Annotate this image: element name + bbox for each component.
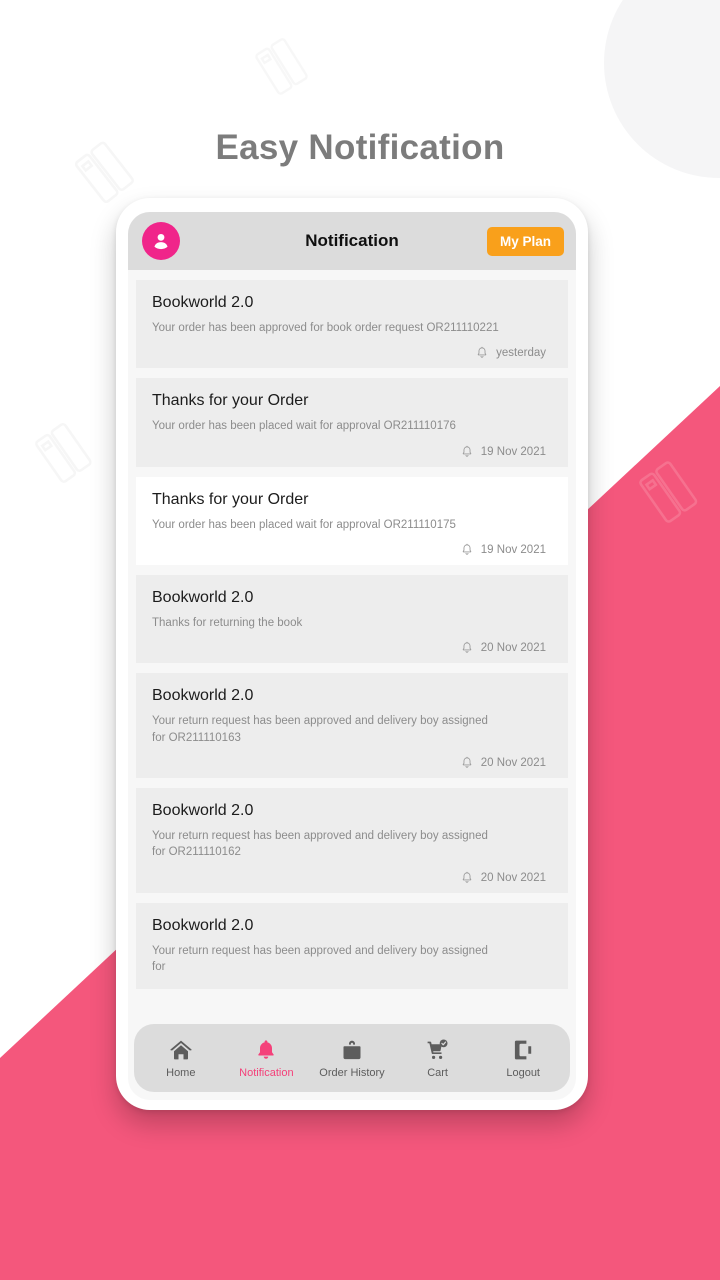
notification-item[interactable]: Bookworld 2.0 Your return request has bee… bbox=[136, 902, 568, 989]
bell-icon bbox=[460, 445, 474, 459]
notification-title: Bookworld 2.0 bbox=[152, 687, 254, 705]
shopping-bag-icon bbox=[340, 1038, 364, 1062]
notification-body: Your return request has been approved an… bbox=[152, 829, 488, 859]
logout-icon bbox=[511, 1038, 535, 1062]
notification-item[interactable]: Thanks for your Order Your order has been… bbox=[136, 476, 568, 565]
notification-body: Your order has been placed wait for appr… bbox=[152, 420, 456, 433]
notification-title: Bookworld 2.0 bbox=[152, 588, 254, 606]
bell-icon bbox=[475, 346, 489, 360]
notification-time: 20 Nov 2021 bbox=[480, 871, 546, 884]
my-plan-button[interactable]: My Plan bbox=[486, 226, 564, 256]
notification-title: Bookworld 2.0 bbox=[152, 801, 254, 819]
nav-item-notification[interactable]: Notification bbox=[224, 1038, 310, 1079]
shopping-cart-check-icon bbox=[426, 1038, 450, 1062]
notification-time: yesterday bbox=[496, 347, 546, 360]
app-header-bar: Notification My Plan bbox=[128, 212, 576, 270]
notification-body: Your order has been placed wait for appr… bbox=[152, 518, 456, 531]
nav-item-label: Notification bbox=[239, 1066, 294, 1079]
nav-item-logout[interactable]: Logout bbox=[480, 1038, 566, 1079]
nav-item-label: Cart bbox=[427, 1066, 448, 1079]
nav-item-label: Logout bbox=[506, 1066, 540, 1079]
watermark-books-icon bbox=[636, 450, 712, 526]
notification-time: 19 Nov 2021 bbox=[480, 543, 546, 556]
nav-item-label: Order History bbox=[319, 1066, 385, 1079]
notification-meta: 19 Nov 2021 bbox=[152, 435, 552, 459]
notification-meta: 20 Nov 2021 bbox=[152, 746, 552, 770]
notification-body: Your return request has been approved an… bbox=[152, 715, 488, 744]
bell-icon bbox=[460, 871, 474, 885]
notification-time: 19 Nov 2021 bbox=[480, 445, 546, 458]
bell-icon bbox=[460, 543, 474, 557]
bell-icon bbox=[460, 756, 474, 770]
bell-icon bbox=[460, 641, 474, 655]
nav-item-cart[interactable]: Cart bbox=[395, 1038, 481, 1079]
nav-item-home[interactable]: Home bbox=[138, 1038, 224, 1079]
notification-meta: 20 Nov 2021 bbox=[152, 631, 552, 655]
notification-meta: 20 Nov 2021 bbox=[152, 861, 552, 885]
watermark-books-icon bbox=[252, 28, 322, 98]
nav-item-label: Home bbox=[166, 1066, 196, 1079]
user-avatar-icon[interactable] bbox=[142, 222, 180, 260]
notification-list[interactable]: Bookworld 2.0 Your order has been approve… bbox=[128, 270, 576, 1018]
notification-body: Your return request has been approved an… bbox=[152, 944, 488, 973]
notification-item[interactable]: Bookworld 2.0 Your order has been approve… bbox=[136, 280, 568, 369]
notification-time: 20 Nov 2021 bbox=[480, 642, 546, 655]
bell-icon bbox=[254, 1038, 278, 1062]
page-title: Easy Notification bbox=[215, 128, 505, 167]
notification-item[interactable]: Bookworld 2.0 Your return request has bee… bbox=[136, 673, 568, 778]
watermark-books-icon bbox=[32, 412, 106, 486]
notification-item[interactable]: Bookworld 2.0 Your return request has bee… bbox=[136, 787, 568, 893]
notification-meta: yesterday bbox=[152, 336, 552, 360]
notification-meta: 19 Nov 2021 bbox=[152, 533, 552, 557]
bottom-navigation-bar: Home Notification Order History Cart Log… bbox=[134, 1024, 570, 1092]
notification-title: Bookworld 2.0 bbox=[152, 294, 254, 311]
notification-body: Your order has been approved for book or… bbox=[152, 322, 499, 334]
notification-title: Bookworld 2.0 bbox=[152, 916, 254, 934]
notification-item[interactable]: Bookworld 2.0 Thanks for returning the bo… bbox=[136, 574, 568, 664]
notification-time: 20 Nov 2021 bbox=[480, 756, 546, 769]
phone-mockup-frame: Notification My Plan Bookworld 2.0 Your o… bbox=[116, 198, 588, 1110]
phone-screen: Notification My Plan Bookworld 2.0 Your o… bbox=[128, 212, 576, 1100]
home-icon bbox=[169, 1038, 193, 1062]
notification-title: Thanks for your Order bbox=[152, 490, 309, 508]
nav-item-order-history[interactable]: Order History bbox=[309, 1038, 395, 1079]
notification-title: Thanks for your Order bbox=[152, 392, 309, 410]
notification-item[interactable]: Thanks for your Order Your order has been… bbox=[136, 378, 568, 467]
notification-body: Thanks for returning the book bbox=[152, 616, 303, 629]
